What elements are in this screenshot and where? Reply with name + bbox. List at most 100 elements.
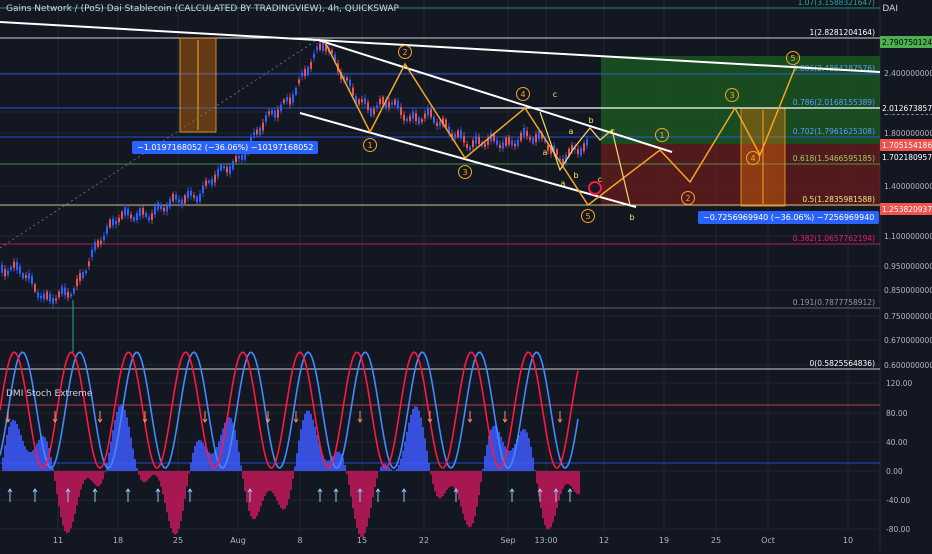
- histogram-bar: [204, 446, 206, 471]
- histogram-bar: [524, 429, 526, 471]
- histogram-bar: [562, 471, 564, 489]
- histogram-bar: [486, 445, 488, 471]
- histogram-bar: [354, 471, 356, 519]
- candle-body: [307, 67, 309, 75]
- y-tick-label: 0.7500000000: [884, 312, 932, 321]
- histogram-bar: [414, 406, 416, 471]
- histogram-bar: [104, 471, 106, 472]
- candle-body: [223, 166, 225, 168]
- ind-y-tick-label: 80.00: [886, 409, 908, 418]
- candle-body: [403, 115, 405, 121]
- x-tick-label: Aug: [230, 536, 246, 545]
- candle-body: [298, 80, 300, 84]
- candle-body: [88, 262, 90, 267]
- histogram-bar: [288, 471, 290, 499]
- histogram-bar: [124, 410, 126, 471]
- candle-body: [457, 131, 459, 138]
- histogram-bar: [112, 430, 114, 471]
- candle-body: [439, 121, 441, 125]
- candle-body: [232, 161, 234, 169]
- histogram-bar: [246, 471, 248, 502]
- candle-body: [436, 123, 438, 126]
- histogram-bar: [566, 471, 568, 484]
- histogram-bar: [18, 429, 20, 471]
- wave-label: 4: [750, 154, 755, 163]
- x-tick-label: 10: [843, 536, 853, 545]
- candle-body: [37, 292, 39, 297]
- histogram-bar: [256, 471, 258, 516]
- histogram-bar: [278, 471, 280, 505]
- y-tick-label: 1.4000000000: [884, 182, 932, 191]
- histogram-bar: [350, 471, 352, 497]
- histogram-bar: [548, 471, 550, 530]
- candle-body: [409, 116, 411, 121]
- candle-body: [172, 194, 174, 201]
- histogram-bar: [438, 471, 440, 498]
- candle-body: [55, 299, 57, 301]
- candle-body: [310, 62, 312, 69]
- candle-body: [100, 241, 102, 244]
- candle-body: [466, 144, 468, 148]
- candle-body: [10, 267, 12, 270]
- measure-label-right[interactable]: −0.7256969940 (−36.06%) −7256969940: [698, 211, 879, 224]
- histogram-bar: [534, 470, 536, 471]
- chart-canvas[interactable]: 111825Aug81522Sep13:00121925Oct102.40000…: [0, 0, 932, 550]
- histogram-bar: [472, 471, 474, 523]
- histogram-bar: [374, 471, 376, 487]
- histogram-bar: [26, 450, 28, 471]
- histogram-bar: [190, 462, 192, 471]
- ind-y-tick-label: 0.00: [886, 467, 903, 476]
- candle-body: [424, 114, 426, 119]
- candle-body: [196, 196, 198, 202]
- candle-body: [67, 292, 69, 298]
- histogram-bar: [144, 471, 146, 482]
- candle-body: [586, 139, 588, 145]
- subwave-label: b: [629, 213, 634, 222]
- histogram-bar: [126, 417, 128, 471]
- candle-body: [154, 206, 156, 214]
- histogram-bar: [444, 471, 446, 493]
- histogram-bar: [380, 466, 382, 471]
- candle-body: [253, 132, 255, 135]
- candle-body: [151, 213, 153, 220]
- candle-body: [415, 113, 417, 121]
- candle-body: [460, 130, 462, 138]
- histogram-bar: [356, 471, 358, 528]
- histogram-bar: [358, 471, 360, 534]
- price-tag-label: 2.7907501244: [882, 38, 932, 47]
- candle-body: [277, 110, 279, 118]
- histogram-bar: [100, 471, 102, 484]
- histogram-bar: [408, 423, 410, 471]
- candle-body: [148, 217, 150, 221]
- subwave-label: b: [588, 116, 593, 125]
- histogram-bar: [14, 421, 16, 471]
- candle-body: [532, 138, 534, 144]
- candle-body: [61, 287, 63, 295]
- histogram-bar: [462, 471, 464, 514]
- histogram-bar: [450, 471, 452, 486]
- histogram-bar: [198, 440, 200, 471]
- candle-body: [322, 43, 324, 51]
- histogram-bar: [130, 438, 132, 471]
- candle-body: [82, 272, 84, 278]
- histogram-bar: [574, 471, 576, 492]
- histogram-bar: [302, 420, 304, 471]
- candle-body: [199, 194, 201, 202]
- measure-label-left[interactable]: −1.0197168052 (−36.06%) −10197168052: [132, 141, 318, 154]
- histogram-bar: [260, 471, 262, 506]
- y-tick-label: 2.4000000000: [884, 69, 932, 78]
- candle-body: [418, 118, 420, 124]
- ind-y-tick-label: -40.00: [886, 496, 910, 505]
- fib-level-label: 0.382(1.0657762194): [793, 234, 875, 243]
- histogram-bar: [54, 471, 56, 481]
- histogram-bar: [258, 471, 260, 512]
- histogram-bar: [522, 429, 524, 471]
- candle-body: [523, 128, 525, 136]
- wave-label: 2: [402, 48, 407, 57]
- histogram-bar: [264, 471, 266, 496]
- histogram-bar: [342, 458, 344, 471]
- histogram-bar: [292, 471, 294, 479]
- candle-body: [208, 181, 210, 183]
- histogram-bar: [454, 471, 456, 489]
- candle-body: [511, 141, 513, 146]
